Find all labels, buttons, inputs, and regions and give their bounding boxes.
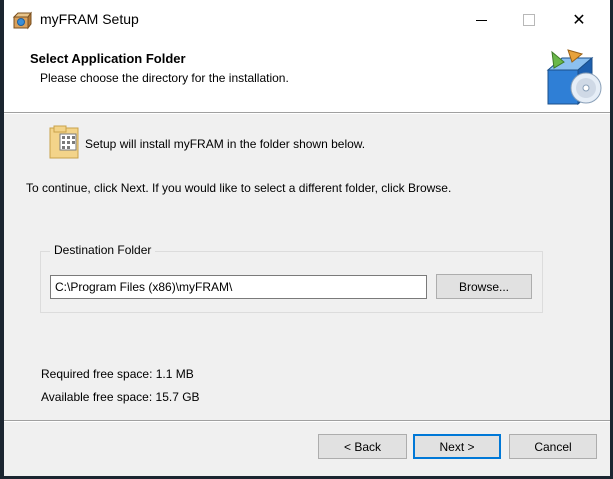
back-button[interactable]: < Back [318, 434, 407, 459]
header-divider [4, 112, 610, 114]
intro-text: Setup will install myFRAM in the folder … [85, 137, 366, 151]
setup-box-icon [12, 10, 32, 30]
footer-divider [4, 420, 610, 422]
instructions-text: To continue, click Next. If you would li… [26, 181, 452, 195]
folder-icon [48, 124, 80, 160]
window-title: myFRAM Setup [40, 11, 139, 27]
install-disc-box-icon [542, 48, 606, 108]
available-space-text: Available free space: 15.7 GB [41, 390, 200, 404]
maximize-icon [523, 14, 535, 26]
browse-button[interactable]: Browse... [436, 274, 532, 299]
close-icon: ✕ [572, 12, 586, 29]
minimize-icon [475, 19, 487, 21]
cancel-button[interactable]: Cancel [509, 434, 597, 459]
maximize-button[interactable] [506, 0, 552, 40]
wizard-header: Select Application Folder Please choose … [4, 40, 610, 112]
title-bar[interactable]: myFRAM Setup ✕ [4, 0, 610, 40]
minimize-button[interactable] [458, 0, 504, 40]
destination-path-input[interactable] [50, 275, 427, 299]
next-button[interactable]: Next > [413, 434, 501, 459]
required-space-text: Required free space: 1.1 MB [41, 367, 194, 381]
close-button[interactable]: ✕ [556, 0, 602, 40]
page-title: Select Application Folder [30, 51, 186, 66]
destination-folder-label: Destination Folder [50, 243, 156, 257]
page-subtitle: Please choose the directory for the inst… [40, 71, 289, 85]
